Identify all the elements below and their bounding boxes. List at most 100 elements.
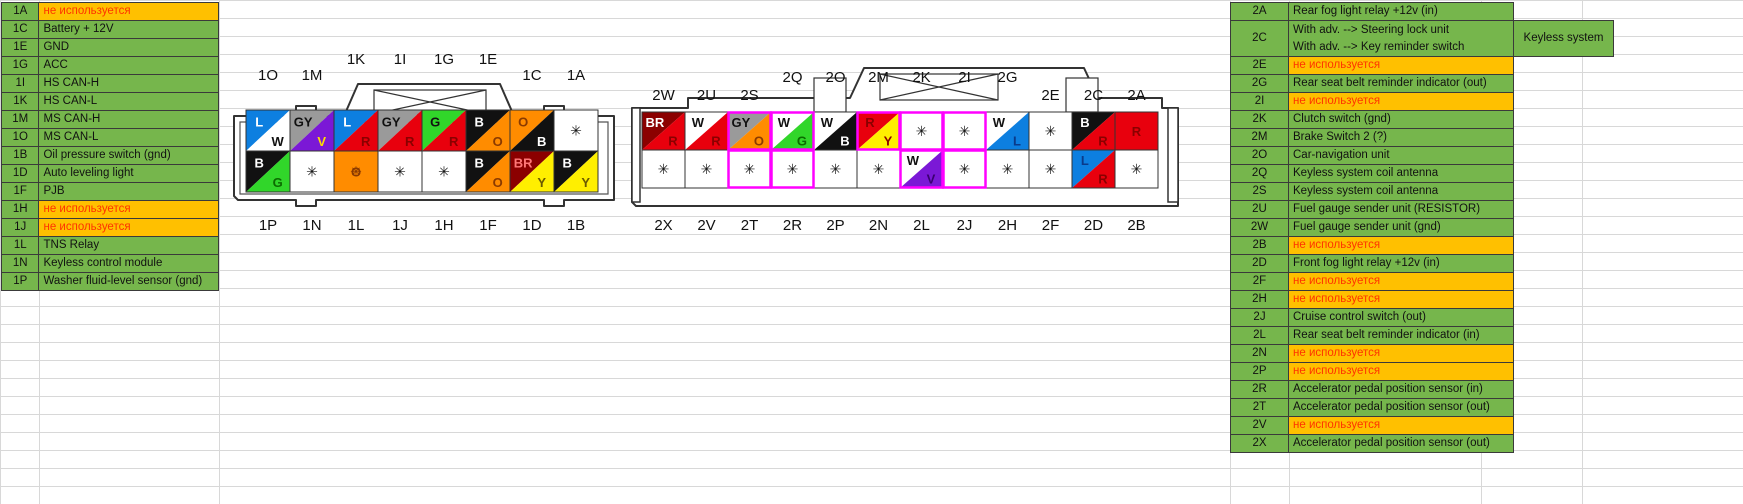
table-row[interactable]: 2T Accelerator pedal position sensor (out… xyxy=(1230,398,1614,417)
pin-code-cell[interactable]: 1H xyxy=(0,200,40,219)
pin-desc-cell[interactable]: Accelerator pedal position sensor (out) xyxy=(1288,398,1514,417)
pin-code-cell[interactable]: 2L xyxy=(1230,326,1289,345)
pin-desc-cell[interactable]: GND xyxy=(38,38,219,57)
pin-desc-cell-unused[interactable]: не используется xyxy=(1288,344,1514,363)
pin-cell-2B[interactable]: ✳ xyxy=(1114,149,1159,189)
pin-cell-1K[interactable]: LR xyxy=(333,109,379,152)
table-row[interactable]: 1D Auto leveling light xyxy=(0,164,219,183)
pin-cell-2T[interactable]: ✳ xyxy=(727,149,772,189)
pin-code-cell[interactable]: 2U xyxy=(1230,200,1289,219)
table-row[interactable]: 1J не используется xyxy=(0,218,219,237)
pin-code-cell[interactable]: 1G xyxy=(0,56,40,75)
pin-code-cell[interactable]: 2E xyxy=(1230,56,1289,75)
pin-code-cell[interactable]: 2M xyxy=(1230,128,1289,147)
pin-desc-cell[interactable]: Clutch switch (gnd) xyxy=(1288,110,1514,129)
table-row[interactable]: 1P Washer fluid-level sensor (gnd) xyxy=(0,272,219,291)
pin-code-cell[interactable]: 1E xyxy=(0,38,40,57)
pin-desc-cell[interactable]: Rear fog light relay +12v (in) xyxy=(1288,2,1514,21)
table-row[interactable]: 2K Clutch switch (gnd) xyxy=(1230,110,1614,129)
table-row[interactable]: 2P не используется xyxy=(1230,362,1614,381)
pin-cell-1L[interactable]: O✳ xyxy=(333,150,379,193)
pin-cell-2V[interactable]: ✳ xyxy=(684,149,729,189)
pin-desc-cell[interactable]: Auto leveling light xyxy=(38,164,219,183)
pin-code-cell[interactable]: 1F xyxy=(0,182,40,201)
table-row[interactable]: 2J Cruise control switch (out) xyxy=(1230,308,1614,327)
pin-code-cell[interactable]: 2B xyxy=(1230,236,1289,255)
pin-code-cell[interactable]: 2I xyxy=(1230,92,1289,111)
pin-code-cell[interactable]: 2T xyxy=(1230,398,1289,417)
table-row[interactable]: 2U Fuel gauge sender unit (RESISTOR) xyxy=(1230,200,1614,219)
pin-cell-2S[interactable]: GYO xyxy=(727,111,772,151)
pin-cell-2R[interactable]: ✳ xyxy=(770,149,815,189)
pin-desc-cell-unused[interactable]: не используется xyxy=(1288,272,1514,291)
table-row[interactable]: 1F PJB xyxy=(0,182,219,201)
pin-code-cell[interactable]: 2S xyxy=(1230,182,1289,201)
table-row[interactable]: 2W Fuel gauge sender unit (gnd) xyxy=(1230,218,1614,237)
pin-cell-2U[interactable]: WR xyxy=(684,111,729,151)
pin-cell-2P[interactable]: ✳ xyxy=(813,149,858,189)
pin-code-cell[interactable]: 1I xyxy=(0,74,40,93)
pin-cell-1O[interactable]: LW xyxy=(245,109,291,152)
pin-desc-cell[interactable]: Keyless system coil antenna xyxy=(1288,164,1514,183)
table-row[interactable]: 2D Front fog light relay +12v (in) xyxy=(1230,254,1614,273)
pin-desc-cell[interactable]: Front fog light relay +12v (in) xyxy=(1288,254,1514,273)
pin-desc-cell-unused[interactable]: не используется xyxy=(1288,416,1514,435)
pin-code-cell[interactable]: 2H xyxy=(1230,290,1289,309)
table-row[interactable]: 1A не используется xyxy=(0,2,219,21)
pin-code-cell[interactable]: 2G xyxy=(1230,74,1289,93)
pin-desc-cell[interactable]: MS CAN-H xyxy=(38,110,219,129)
table-row[interactable]: 2G Rear seat belt reminder indicator (out… xyxy=(1230,74,1614,93)
pin-code-cell[interactable]: 2A xyxy=(1230,2,1289,21)
table-row[interactable]: 2I не используется xyxy=(1230,92,1614,111)
pin-cell-1H[interactable]: ✳ xyxy=(421,150,467,193)
pin-code-cell[interactable]: 2R xyxy=(1230,380,1289,399)
pin-desc-cell-unused[interactable]: не используется xyxy=(1288,290,1514,309)
pin-cell-1G[interactable]: GR xyxy=(421,109,467,152)
table-row[interactable]: 2V не используется xyxy=(1230,416,1614,435)
pin-code-cell[interactable]: 2P xyxy=(1230,362,1289,381)
pin-desc-cell-unused[interactable]: не используется xyxy=(38,2,219,21)
pin-desc-cell[interactable]: Brake Switch 2 (?) xyxy=(1288,128,1514,147)
pin-cell-1I[interactable]: GY R xyxy=(377,109,423,152)
pin-cell-2L[interactable]: WV xyxy=(899,149,944,189)
pin-cell-2G[interactable]: WL xyxy=(985,111,1030,151)
pin-desc-cell[interactable]: MS CAN-L xyxy=(38,128,219,147)
pin-cell-1B[interactable]: BY xyxy=(553,150,599,193)
pin-code-cell[interactable]: 2Q xyxy=(1230,164,1289,183)
pin-code-cell[interactable]: 1C xyxy=(0,20,40,39)
pin-cell-2H[interactable]: ✳ xyxy=(985,149,1030,189)
pin-cell-1F[interactable]: BO xyxy=(465,150,511,193)
pin-cell-1J[interactable]: ✳ xyxy=(377,150,423,193)
pin-code-cell[interactable]: 2X xyxy=(1230,434,1289,453)
pin-desc-cell[interactable]: PJB xyxy=(38,182,219,201)
pin-cell-1M[interactable]: GY V xyxy=(289,109,335,152)
pin-desc-cell[interactable]: Car-navigation unit xyxy=(1288,146,1514,165)
pin-code-cell[interactable]: 1A xyxy=(0,2,40,21)
pin-desc-cell[interactable]: HS CAN-H xyxy=(38,74,219,93)
pin-desc-cell[interactable]: Battery + 12V xyxy=(38,20,219,39)
pin-cell-2K[interactable]: ✳ xyxy=(899,111,944,151)
pin-cell-2Q[interactable]: WG xyxy=(770,111,815,151)
pin-cell-2I[interactable]: ✳ xyxy=(942,111,987,151)
pin-desc-cell[interactable]: With adv. --> Steering lock unit With adv… xyxy=(1288,20,1514,57)
pin-code-cell[interactable]: 1D xyxy=(0,164,40,183)
pin-cell-2N[interactable]: ✳ xyxy=(856,149,901,189)
pin-desc-cell-unused[interactable]: не используется xyxy=(38,200,219,219)
pin-desc-cell-unused[interactable]: не используется xyxy=(1288,362,1514,381)
pin-cell-2J[interactable]: ✳ xyxy=(942,149,987,189)
table-row[interactable]: 2A Rear fog light relay +12v (in) xyxy=(1230,2,1614,21)
pin-cell-2W[interactable]: BRR xyxy=(641,111,686,151)
pin-cell-2E[interactable]: ✳ xyxy=(1028,111,1073,151)
pin-code-cell[interactable]: 1B xyxy=(0,146,40,165)
pin-desc-cell-unused[interactable]: не используется xyxy=(1288,236,1514,255)
pin-cell-1E[interactable]: BO xyxy=(465,109,511,152)
table-row[interactable]: 1E GND xyxy=(0,38,219,57)
pin-code-cell[interactable]: 2V xyxy=(1230,416,1289,435)
pin-code-cell[interactable]: 2O xyxy=(1230,146,1289,165)
pin-code-cell[interactable]: 1M xyxy=(0,110,40,129)
pin-code-cell[interactable]: 1O xyxy=(0,128,40,147)
pin-desc-cell[interactable]: Accelerator pedal position sensor (in) xyxy=(1288,380,1514,399)
pin-desc-cell[interactable]: ACC xyxy=(38,56,219,75)
pin-cell-1D[interactable]: BR Y xyxy=(509,150,555,193)
pin-cell-1N[interactable]: ✳ xyxy=(289,150,335,193)
